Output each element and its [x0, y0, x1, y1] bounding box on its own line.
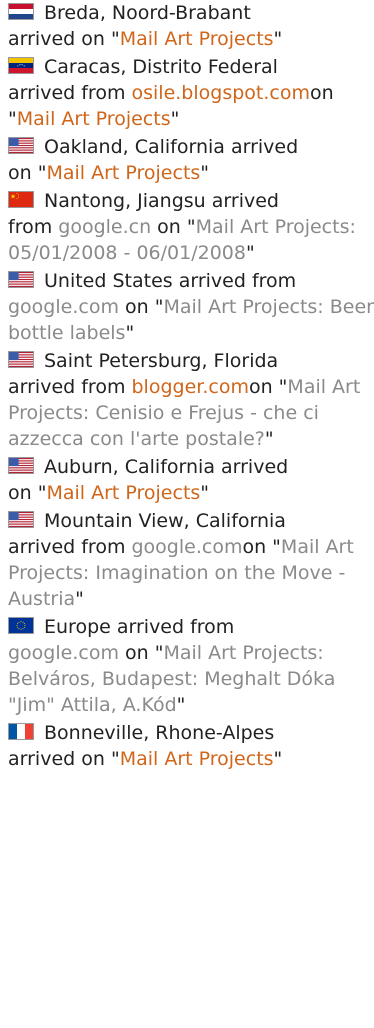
entry-location: United States arrived from [44, 270, 297, 292]
feed-entry: Bonneville, Rhone-Alpes arrived on "Mail … [8, 720, 374, 772]
entry-location: Mountain View, California [44, 510, 286, 532]
entry-on-text: on " [118, 296, 164, 318]
entry-quote-close: " [273, 748, 283, 770]
feed-entry: Breda, Noord-Brabant arrived on "Mail Art… [8, 0, 374, 52]
fr-flag-icon [8, 723, 34, 740]
us-flag-icon [8, 457, 34, 474]
entry-on-text: on " [151, 216, 196, 238]
entry-quote-close: " [264, 428, 274, 450]
us-flag-icon [8, 351, 34, 368]
feed-entry: Auburn, California arrived on "Mail Art P… [8, 454, 374, 506]
feed-entry: Nantong, Jiangsu arrived from google.cn o… [8, 188, 374, 266]
entry-source-link[interactable]: google.cn [58, 216, 151, 238]
entry-source-link[interactable]: google.com [8, 642, 119, 664]
us-flag-icon [8, 137, 34, 154]
us-flag-icon [8, 271, 34, 288]
entry-arrived-text: arrived on " [8, 28, 120, 50]
feed-entry: Mountain View, California arrived from go… [8, 508, 374, 612]
entry-source-link[interactable]: osile.blogspot.com [132, 82, 311, 104]
entry-quote-close: " [245, 242, 255, 264]
entry-quote-close: " [170, 108, 180, 130]
entry-arrived-text: on " [8, 482, 47, 504]
entry-source-link[interactable]: google.com [132, 536, 243, 558]
entry-location: Caracas, Distrito Federal [44, 56, 278, 78]
entry-arrived-text: on " [8, 162, 47, 184]
entry-arrived-text: arrived from [8, 536, 132, 558]
entry-quote-close: " [176, 694, 186, 716]
entry-page-title-link[interactable]: Mail Art Projects [17, 108, 171, 130]
live-traffic-feed: Breda, Noord-Brabant arrived on "Mail Art… [0, 0, 374, 772]
entry-page-title-link[interactable]: Mail Art Projects [120, 28, 274, 50]
entry-arrived-text: from [8, 216, 59, 238]
entry-quote-close: " [125, 322, 135, 344]
entry-location: Nantong, Jiangsu arrived [44, 190, 279, 212]
entry-page-title-link[interactable]: Mail Art Projects [120, 748, 274, 770]
nl-flag-icon [8, 3, 34, 20]
entry-location: Breda, Noord-Brabant [44, 2, 251, 24]
entry-arrived-text: arrived from [8, 376, 132, 398]
entry-location: Auburn, California arrived [44, 456, 289, 478]
entry-location: Saint Petersburg, Florida [44, 350, 279, 372]
feed-entry: Europe arrived from google.com on "Mail A… [8, 614, 374, 718]
entry-page-title-link[interactable]: Mail Art Projects [46, 162, 200, 184]
entry-on-text: on " [242, 536, 281, 558]
entry-page-title-link[interactable]: Mail Art Projects [46, 482, 200, 504]
eu-flag-icon [8, 617, 34, 634]
entry-on-text: on " [118, 642, 164, 664]
entry-quote-close: " [75, 588, 84, 610]
entry-location: Oakland, California arrived [44, 136, 299, 158]
entry-arrived-text: arrived on " [8, 748, 120, 770]
entry-on-text: on " [248, 376, 288, 398]
entry-source-link[interactable]: google.com [8, 296, 119, 318]
us-flag-icon [8, 511, 34, 528]
entry-arrived-text: arrived from [8, 82, 132, 104]
feed-entry: Caracas, Distrito Federal arrived from os… [8, 54, 374, 132]
entry-quote-close: " [273, 28, 283, 50]
entry-location: Europe arrived from [44, 616, 235, 638]
feed-entry: Saint Petersburg, Florida arrived from bl… [8, 348, 374, 452]
entry-source-link[interactable]: blogger.com [132, 376, 249, 398]
feed-entry: Oakland, California arrived on "Mail Art … [8, 134, 374, 186]
ve-flag-icon [8, 57, 34, 74]
feed-entry: United States arrived from google.com on … [8, 268, 374, 346]
entry-location: Bonneville, Rhone-Alpes [44, 722, 275, 744]
entry-quote-close: " [200, 162, 210, 184]
cn-flag-icon [8, 191, 34, 208]
entry-quote-close: " [200, 482, 210, 504]
